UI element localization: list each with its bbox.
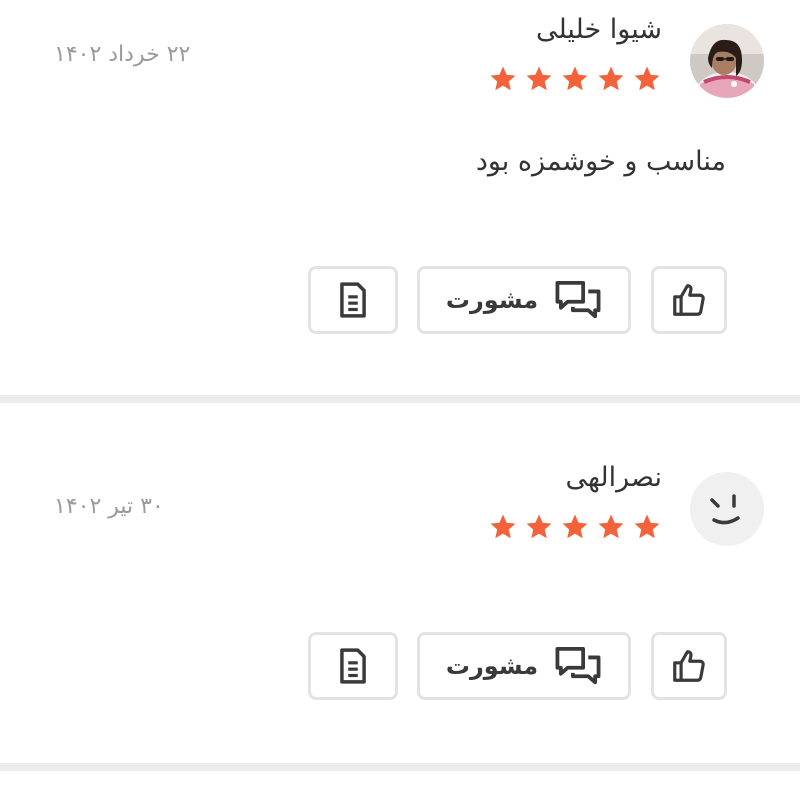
consult-button[interactable]: مشورت bbox=[417, 632, 631, 700]
star-icon bbox=[598, 514, 624, 539]
consult-label: مشورت bbox=[445, 286, 539, 314]
star-icon bbox=[490, 514, 516, 539]
thumbs-up-icon bbox=[673, 650, 705, 682]
review-actions: مشورت bbox=[0, 632, 800, 704]
document-icon bbox=[340, 648, 366, 684]
consult-button[interactable]: مشورت bbox=[417, 266, 631, 334]
divider bbox=[0, 763, 800, 771]
chat-bubbles-icon bbox=[555, 646, 601, 685]
avatar[interactable] bbox=[690, 472, 764, 546]
review-card: نصرالهی ۳۰ تیر ۱۴۰۲ مشورت bbox=[0, 404, 800, 764]
star-icon bbox=[562, 514, 588, 539]
star-icon bbox=[634, 514, 660, 539]
consult-label: مشورت bbox=[445, 652, 539, 680]
star-icon bbox=[634, 66, 660, 91]
reviewer-name: شیوا خلیلی bbox=[535, 14, 662, 45]
star-rating bbox=[488, 64, 662, 94]
reviewer-name: نصرالهی bbox=[565, 462, 662, 493]
star-icon bbox=[490, 66, 516, 91]
divider bbox=[0, 395, 800, 403]
review-actions: مشورت bbox=[0, 266, 800, 338]
like-button[interactable] bbox=[651, 632, 727, 700]
review-date: ۳۰ تیر ۱۴۰۲ bbox=[54, 494, 164, 519]
user-photo bbox=[690, 24, 764, 98]
like-button[interactable] bbox=[651, 266, 727, 334]
star-icon bbox=[562, 66, 588, 91]
thumbs-up-icon bbox=[673, 284, 705, 316]
star-rating bbox=[488, 512, 662, 542]
review-card: شیوا خلیلی ۲۲ خرداد ۱۴۰۲ مناسب و خوشمزه … bbox=[0, 0, 800, 396]
report-button[interactable] bbox=[308, 632, 398, 700]
star-icon bbox=[526, 514, 552, 539]
chat-bubbles-icon bbox=[555, 280, 601, 319]
review-date: ۲۲ خرداد ۱۴۰۲ bbox=[54, 42, 191, 67]
report-button[interactable] bbox=[308, 266, 398, 334]
star-icon bbox=[598, 66, 624, 91]
smiley-face-icon bbox=[690, 472, 764, 546]
avatar[interactable] bbox=[690, 24, 764, 98]
document-icon bbox=[340, 282, 366, 318]
star-icon bbox=[526, 66, 552, 91]
comment-text: مناسب و خوشمزه بود bbox=[475, 146, 726, 177]
